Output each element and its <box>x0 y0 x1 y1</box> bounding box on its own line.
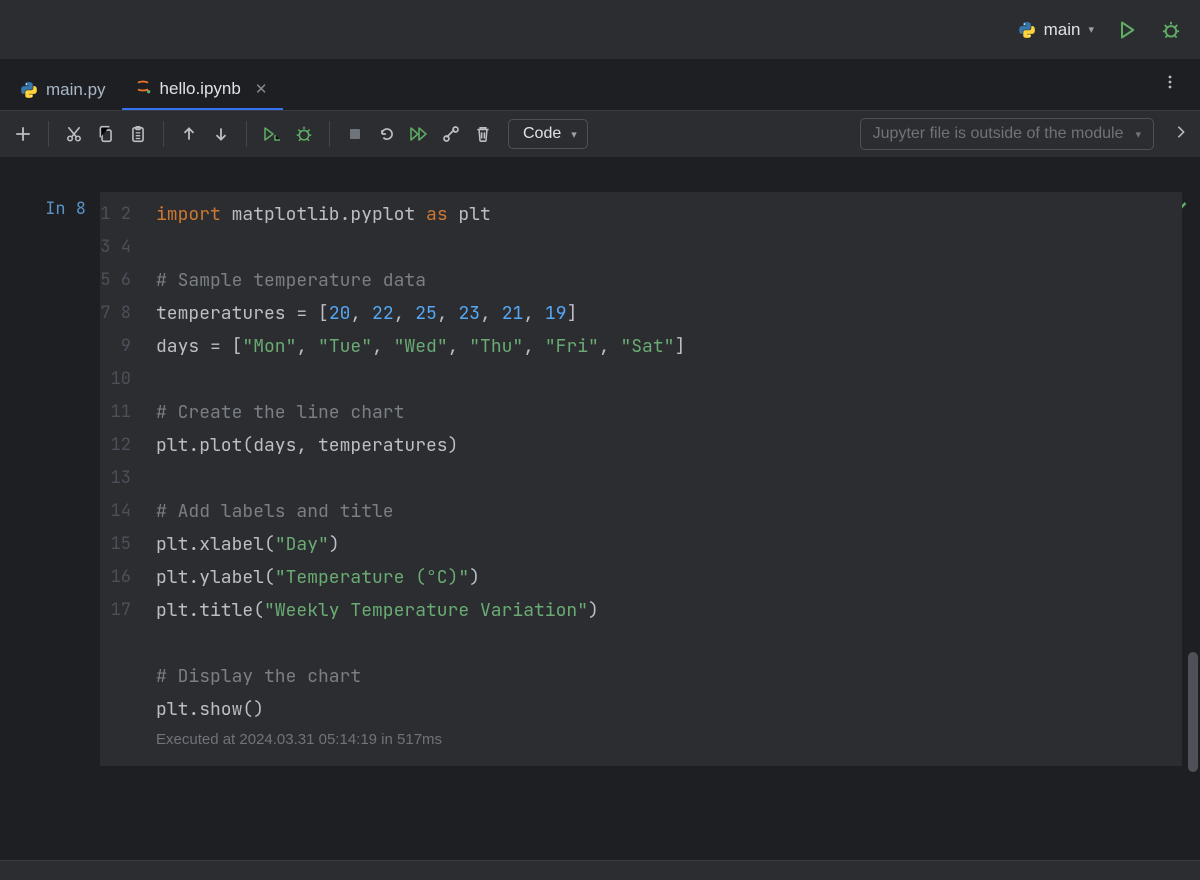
interrupt-button[interactable] <box>342 121 368 147</box>
divider <box>48 121 49 147</box>
divider <box>163 121 164 147</box>
code-editor[interactable]: import matplotlib.pyplot as plt # Sample… <box>142 192 1182 766</box>
move-down-button[interactable] <box>208 121 234 147</box>
paste-button[interactable] <box>125 121 151 147</box>
restart-button[interactable] <box>374 121 400 147</box>
notebook-toolbar: Code ▾ Jupyter file is outside of the mo… <box>0 110 1200 158</box>
run-config-selector[interactable]: main ▾ <box>1018 20 1094 40</box>
scrollbar-thumb[interactable] <box>1188 652 1198 772</box>
delete-cell-button[interactable] <box>470 121 496 147</box>
python-icon <box>1018 21 1036 39</box>
tabs-menu-icon[interactable] <box>1162 74 1178 95</box>
cut-button[interactable] <box>61 121 87 147</box>
move-up-button[interactable] <box>176 121 202 147</box>
status-bar <box>0 860 1200 880</box>
close-icon[interactable]: ✕ <box>255 80 268 98</box>
chevron-right-icon[interactable] <box>1174 125 1188 144</box>
tab-main-py[interactable]: main.py <box>8 68 122 110</box>
tab-label: hello.ipynb <box>160 79 241 99</box>
chevron-down-icon: ▾ <box>571 128 577 141</box>
debug-cell-button[interactable] <box>291 121 317 147</box>
divider <box>246 121 247 147</box>
tab-hello-ipynb[interactable]: hello.ipynb ✕ <box>122 65 284 110</box>
line-gutter: 1 2 3 4 5 6 7 8 9 10 11 12 13 14 15 16 1… <box>100 192 142 766</box>
top-bar: main ▾ <box>0 0 1200 60</box>
add-cell-button[interactable] <box>10 121 36 147</box>
chevron-down-icon: ▾ <box>1135 128 1141 141</box>
code-cell: In 8 1 2 3 4 5 6 7 8 9 10 11 12 13 14 15… <box>18 192 1182 766</box>
cell-type-select[interactable]: Code ▾ <box>508 119 588 149</box>
module-notice[interactable]: Jupyter file is outside of the module ▾ <box>860 118 1154 150</box>
execution-info: Executed at 2024.03.31 05:14:19 in 517ms <box>156 723 442 756</box>
debug-button[interactable] <box>1160 19 1182 41</box>
divider <box>329 121 330 147</box>
chevron-down-icon: ▾ <box>1088 23 1094 36</box>
prompt-count: 8 <box>76 198 86 220</box>
prompt-label: In <box>45 198 65 220</box>
copy-button[interactable] <box>93 121 119 147</box>
jupyter-icon <box>134 77 152 100</box>
run-config-label: main <box>1044 20 1081 40</box>
cell-prompt: In 8 <box>18 192 100 766</box>
editor-tabs: main.py hello.ipynb ✕ <box>0 60 1200 110</box>
notice-text: Jupyter file is outside of the module <box>873 125 1124 143</box>
run-cell-button[interactable] <box>259 121 285 147</box>
run-all-button[interactable] <box>406 121 432 147</box>
tab-label: main.py <box>46 80 106 100</box>
clear-outputs-button[interactable] <box>438 121 464 147</box>
run-button[interactable] <box>1116 19 1138 41</box>
python-icon <box>20 81 38 99</box>
cell-type-label: Code <box>523 125 561 143</box>
editor-area: In 8 1 2 3 4 5 6 7 8 9 10 11 12 13 14 15… <box>0 192 1200 860</box>
